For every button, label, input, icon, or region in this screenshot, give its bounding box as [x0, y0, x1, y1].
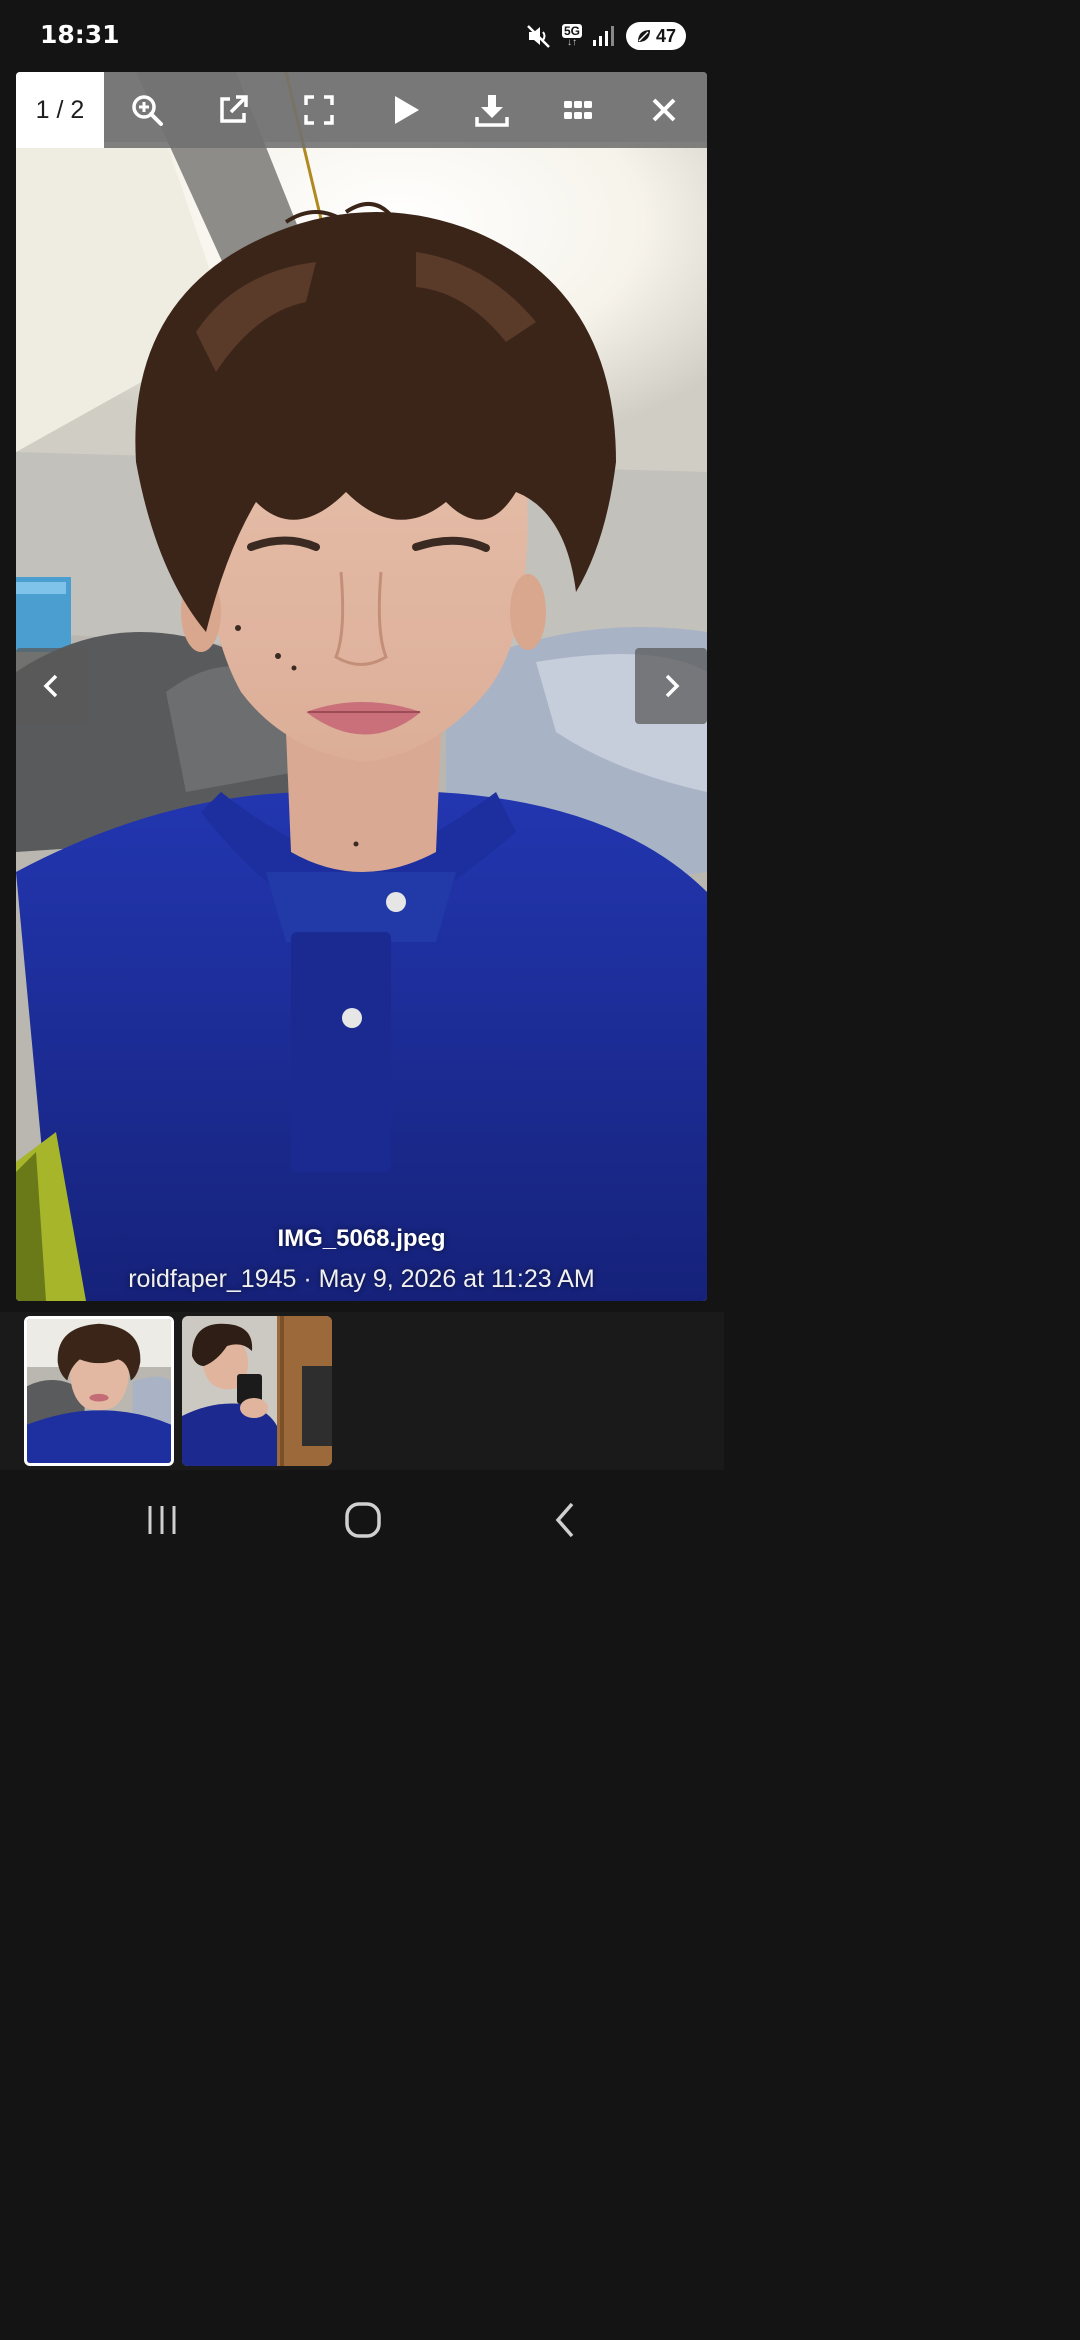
fullscreen-icon	[304, 95, 335, 125]
recent-apps-icon	[148, 1506, 176, 1534]
home-icon	[345, 1502, 381, 1538]
battery-level: 47	[655, 25, 676, 46]
chevron-right-icon	[665, 674, 680, 698]
signal-icon	[592, 26, 614, 46]
download-button[interactable]	[460, 78, 524, 142]
image-meta: roidfaper_1945 · May 9, 2026 at 11:23 AM	[128, 1265, 595, 1293]
grid-view-button[interactable]	[546, 78, 610, 142]
leaf-icon	[637, 30, 650, 42]
status-time: 18:31	[40, 20, 120, 49]
chevron-left-icon	[43, 674, 58, 698]
download-icon	[474, 95, 509, 127]
close-button[interactable]	[632, 78, 696, 142]
previous-image-button[interactable]	[16, 648, 88, 724]
grid-icon	[563, 101, 592, 119]
zoom-in-button[interactable]	[115, 78, 179, 142]
fullscreen-button[interactable]	[287, 78, 351, 142]
thumbnail-1-image	[27, 1319, 171, 1463]
5g-icon: 5G ↓↑	[561, 24, 582, 48]
image-counter: 1 / 2	[16, 72, 104, 148]
image-filename: IMG_5068.jpeg	[277, 1225, 446, 1252]
photo-viewer: 1 / 2 IMG_5068.jpeg roidfaper_1945 · May…	[16, 72, 707, 1301]
open-external-button[interactable]	[201, 78, 265, 142]
battery-icon: 47	[625, 22, 686, 50]
thumbnail-strip	[0, 1312, 724, 1470]
play-icon	[395, 96, 420, 124]
image-caption: IMG_5068.jpeg roidfaper_1945 · May 9, 20…	[16, 1221, 707, 1301]
status-bar: 18:31 5G ↓↑ 47	[0, 0, 724, 72]
status-icons: 5G ↓↑ 47	[526, 20, 686, 52]
viewer-toolbar	[104, 72, 707, 148]
back-button[interactable]	[526, 1490, 606, 1550]
mute-icon	[527, 25, 550, 48]
image-counter-text: 1 / 2	[35, 95, 85, 124]
recent-apps-button[interactable]	[122, 1490, 202, 1550]
zoom-in-icon	[132, 95, 164, 126]
thumbnail-2-image	[182, 1316, 332, 1466]
close-icon	[652, 98, 676, 122]
slideshow-button[interactable]	[373, 78, 437, 142]
thumbnail-1[interactable]	[24, 1316, 174, 1466]
next-image-button[interactable]	[635, 648, 707, 724]
thumbnail-2[interactable]	[182, 1316, 332, 1466]
main-photo[interactable]	[16, 72, 707, 1301]
back-icon	[555, 1502, 574, 1538]
home-button[interactable]	[323, 1490, 403, 1550]
external-link-icon	[220, 95, 248, 123]
system-nav-bar	[0, 1470, 724, 1568]
